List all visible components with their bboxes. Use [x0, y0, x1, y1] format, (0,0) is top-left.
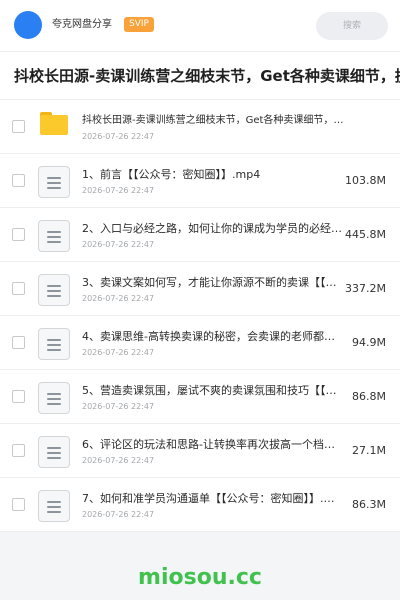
row-checkbox[interactable] — [12, 174, 25, 187]
file-row[interactable]: 7、如何和准学员沟通逼单【【公众号：密知圈】】.mp4 2026-07-26 2… — [0, 478, 400, 532]
row-checkbox[interactable] — [12, 336, 25, 349]
document-icon — [38, 274, 70, 306]
row-checkbox[interactable] — [12, 390, 25, 403]
file-row[interactable]: 4、卖课思维-高转换卖课的秘密，会卖课的老师都应该知道 2026-07-26 2… — [0, 316, 400, 370]
row-checkbox[interactable] — [12, 498, 25, 511]
file-date: 2026-07-26 22:47 — [82, 456, 155, 465]
app-header: 夸克网盘分享 SVIP 搜索 — [0, 0, 400, 52]
svip-badge: SVIP — [124, 17, 154, 32]
file-date: 2026-07-26 22:47 — [82, 132, 155, 141]
file-row[interactable]: 6、评论区的玩法和思路-让转换率再次拔高一个档次【【公众号：密知圈】】 2026… — [0, 424, 400, 478]
file-size: 103.8M — [345, 174, 386, 187]
file-size: 86.3M — [352, 498, 386, 511]
file-size: 86.8M — [352, 390, 386, 403]
document-icon — [38, 220, 70, 252]
file-date: 2026-07-26 22:47 — [82, 402, 155, 411]
user-avatar[interactable] — [14, 11, 42, 39]
row-checkbox[interactable] — [12, 282, 25, 295]
file-date: 2026-07-26 22:47 — [82, 240, 155, 249]
file-name: 5、营造卖课氛围，屡试不爽的卖课氛围和技巧【【公众号：密知圈】】 — [82, 384, 344, 397]
row-checkbox[interactable] — [12, 444, 25, 457]
file-row[interactable]: 5、营造卖课氛围，屡试不爽的卖课氛围和技巧【【公众号：密知圈】】 2026-07… — [0, 370, 400, 424]
file-name: 4、卖课思维-高转换卖课的秘密，会卖课的老师都应该知道 — [82, 330, 344, 343]
watermark-text: miosou.cc — [138, 565, 262, 590]
file-date: 2026-07-26 22:47 — [82, 294, 155, 303]
row-checkbox[interactable] — [12, 228, 25, 241]
folder-icon — [40, 112, 68, 135]
file-date: 2026-07-26 22:47 — [82, 186, 155, 195]
brand-title: 夸克网盘分享 — [52, 19, 112, 30]
file-row[interactable]: 2、入口与必经之路，如何让你的课成为学员的必经之路 2026-07-26 22:… — [0, 208, 400, 262]
file-row-folder[interactable]: 抖校长田源-卖课训练营之细枝末节，Get各种卖课细节，提高卖课效果 2026-0… — [0, 100, 400, 154]
search-input[interactable]: 搜索 — [316, 12, 388, 40]
file-name: 2、入口与必经之路，如何让你的课成为学员的必经之路 — [82, 222, 344, 235]
row-checkbox[interactable] — [12, 120, 25, 133]
share-title-bar: 抖校长田源-卖课训练营之细枝末节，Get各种卖课细节，提 — [0, 52, 400, 100]
file-name: 6、评论区的玩法和思路-让转换率再次拔高一个档次【【公众号：密知圈】】 — [82, 438, 344, 451]
file-size: 337.2M — [345, 282, 386, 295]
file-date: 2026-07-26 22:47 — [82, 348, 155, 357]
file-name: 1、前言【【公众号：密知圈】】.mp4 — [82, 168, 261, 181]
file-list: 抖校长田源-卖课训练营之细枝末节，Get各种卖课细节，提高卖课效果 2026-0… — [0, 100, 400, 532]
file-size: 94.9M — [352, 336, 386, 349]
share-title: 抖校长田源-卖课训练营之细枝末节，Get各种卖课细节，提 — [14, 67, 400, 85]
file-name: 3、卖课文案如何写，才能让你源源不断的卖课【【公众号：密知圈】】 — [82, 276, 344, 289]
document-icon — [38, 166, 70, 198]
file-size: 445.8M — [345, 228, 386, 241]
document-icon — [38, 382, 70, 414]
document-icon — [38, 328, 70, 360]
file-size: 27.1M — [352, 444, 386, 457]
file-row[interactable]: 3、卖课文案如何写，才能让你源源不断的卖课【【公众号：密知圈】】 2026-07… — [0, 262, 400, 316]
file-name: 7、如何和准学员沟通逼单【【公众号：密知圈】】.mp4 — [82, 492, 344, 505]
file-name: 抖校长田源-卖课训练营之细枝末节，Get各种卖课细节，提高卖课效果 — [82, 115, 350, 126]
file-date: 2026-07-26 22:47 — [82, 510, 155, 519]
file-row[interactable]: 1、前言【【公众号：密知圈】】.mp4 2026-07-26 22:47 103… — [0, 154, 400, 208]
document-icon — [38, 490, 70, 522]
document-icon — [38, 436, 70, 468]
